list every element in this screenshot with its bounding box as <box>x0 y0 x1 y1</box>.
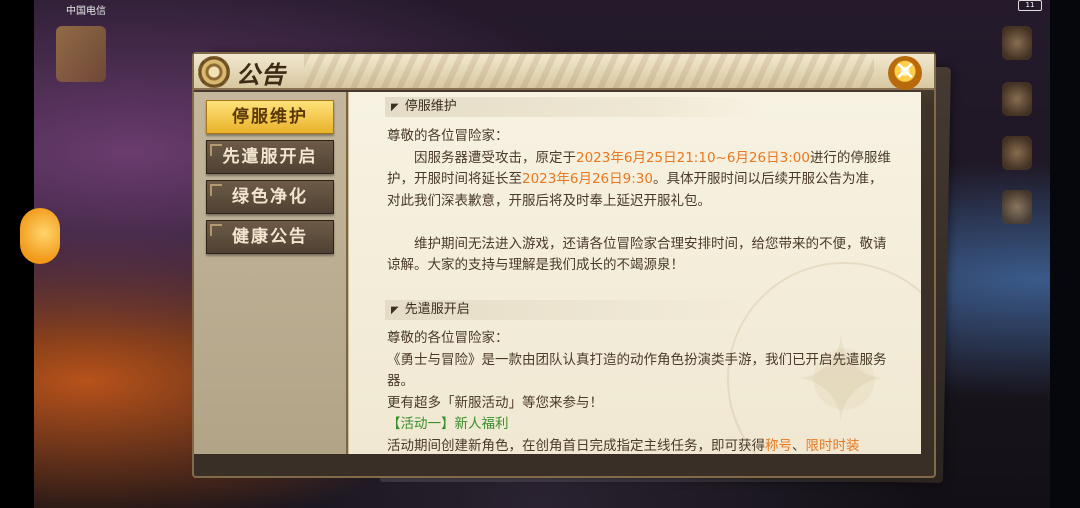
header-decoration <box>304 54 874 88</box>
section-heading-maintenance: ◤ 停服维护 <box>385 97 761 117</box>
dialog-header: 公告 ✕ <box>194 54 934 90</box>
corner-ornament-icon <box>210 224 222 236</box>
original-maintenance-time: 2023年6月25日21:10~6月26日3:00 <box>576 149 810 166</box>
game-menu-icon-1[interactable] <box>1002 26 1032 60</box>
pioneer-paragraph-2: 更有超多「新服活动」等您来参与！ <box>387 394 603 411</box>
pioneer-text: 尊敬的各位冒险家： 《勇士与冒险》是一款由团队认真打造的动作角色扮演类手游，我们… <box>387 328 895 454</box>
dialog-title: 公告 <box>236 60 286 89</box>
battery-icon: 11 <box>1018 0 1042 11</box>
close-x-icon: ✕ <box>894 57 916 87</box>
nav-item-label: 绿色净化 <box>232 187 308 207</box>
activity-title: 【活动一】新人福利 <box>387 416 509 432</box>
status-carrier: 中国电信 <box>66 6 106 17</box>
pioneer-paragraph-1: 《勇士与冒险》是一款由团队认真打造的动作角色扮演类手游，我们已开启先遣服务器。 <box>387 351 887 390</box>
corner-ornament-icon <box>210 184 222 196</box>
nav-item-pioneer-server[interactable]: 先遣服开启 <box>206 140 334 174</box>
triangle-icon: ◤ <box>391 102 399 113</box>
announcement-nav: 停服维护 先遣服开启 绿色净化 健康公告 <box>194 92 348 454</box>
maintenance-paragraph-2: 维护期间无法进入游戏，还请各位冒险家合理安排时间，给您带来的不便，敬请谅解。大家… <box>387 235 887 274</box>
nav-item-health-notice[interactable]: 健康公告 <box>206 220 334 254</box>
game-event-icon[interactable] <box>56 26 106 82</box>
triangle-icon: ◤ <box>391 305 399 316</box>
announcement-content[interactable]: ✦ ◤ 停服维护 尊敬的各位冒险家： 因服务器遭受攻击，原定于2023年6月25日… <box>348 92 921 454</box>
maintenance-text: 尊敬的各位冒险家： 因服务器遭受攻击，原定于2023年6月25日21:10~6月… <box>387 126 895 277</box>
nav-item-green-cleanup[interactable]: 绿色净化 <box>206 180 334 214</box>
reward-title: 称号 <box>765 437 792 454</box>
section-heading-pioneer: ◤ 先遣服开启 <box>385 300 761 320</box>
activity-text: 活动期间创建新角色，在创角首日完成指定主线任务，即可获得称号、限时时装 <box>387 436 895 455</box>
game-menu-icon-2[interactable] <box>1002 82 1032 116</box>
new-open-time: 2023年6月26日9:30 <box>522 171 653 187</box>
corner-ornament-icon <box>210 144 222 156</box>
game-screen: 中国电信 11 公告 ✕ 停服维护 先遣服开启 绿色净化 健康公告 ✦ ◤ 停服… <box>0 0 1080 508</box>
game-menu-icon-4[interactable] <box>1002 190 1032 224</box>
text-run: 因服务器遭受攻击，原定于 <box>414 149 576 166</box>
game-menu-icon-3[interactable] <box>1002 136 1032 170</box>
nav-item-label: 停服维护 <box>232 107 308 127</box>
section-heading-label: 停服维护 <box>404 99 457 114</box>
section-heading-label: 先遣服开启 <box>404 302 470 317</box>
greeting: 尊敬的各位冒险家： <box>387 330 509 346</box>
nav-item-maintenance[interactable]: 停服维护 <box>206 100 334 134</box>
announcement-dialog: 公告 ✕ 停服维护 先遣服开启 绿色净化 健康公告 ✦ ◤ 停服维护 尊敬的各位… <box>192 52 936 478</box>
announcement-badge-icon[interactable] <box>20 208 60 264</box>
close-button[interactable]: ✕ <box>888 56 922 90</box>
nav-item-label: 先遣服开启 <box>222 147 318 167</box>
reward-costume: 限时时装 <box>805 437 860 454</box>
maintenance-paragraph-1: 因服务器遭受攻击，原定于2023年6月25日21:10~6月26日3:00进行的… <box>387 148 895 213</box>
greeting: 尊敬的各位冒险家： <box>387 128 509 144</box>
gear-icon <box>198 56 230 88</box>
text-run: 、 <box>792 437 806 454</box>
nav-item-label: 健康公告 <box>232 227 308 247</box>
screen-edge-right <box>1050 0 1080 508</box>
text-run: 活动期间创建新角色，在创角首日完成指定主线任务，即可获得 <box>387 437 765 454</box>
